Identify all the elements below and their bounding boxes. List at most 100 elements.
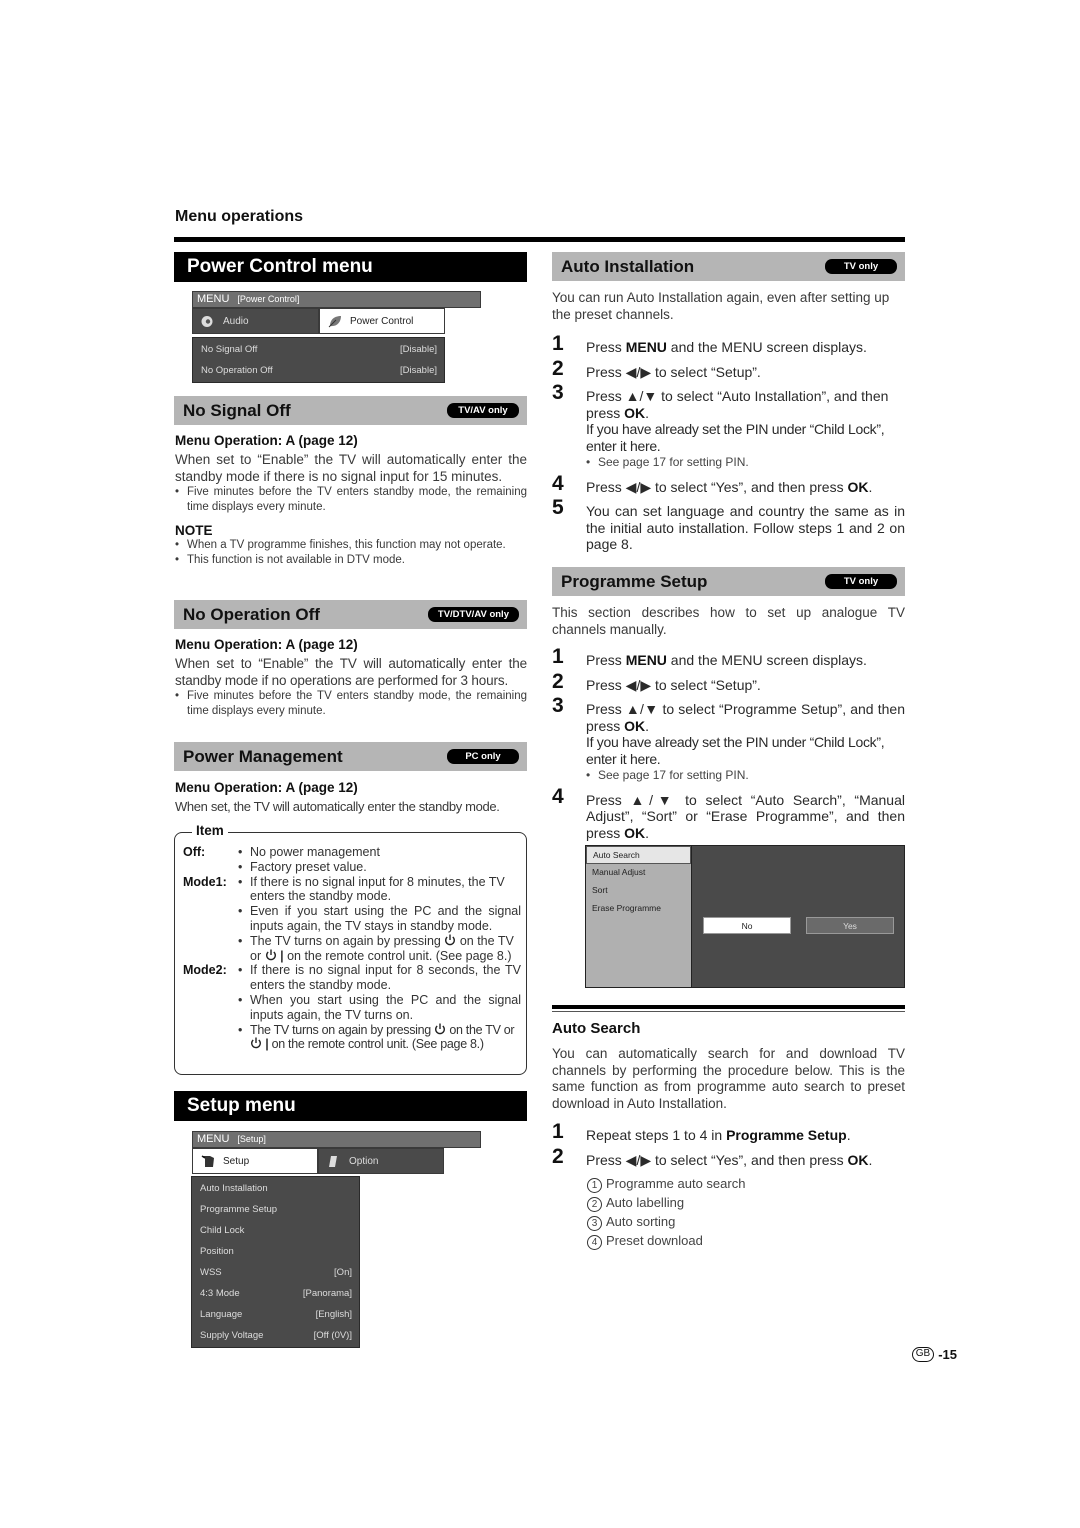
menu-row-label: No Signal Off [201, 344, 258, 355]
item-box-title: Item [192, 823, 228, 838]
text-part: and the MENU screen displays. [666, 339, 867, 355]
option-icon [329, 1155, 337, 1167]
description: When set, the TV will automatically ente… [175, 799, 500, 814]
step: 4 Press ▲/▼ to select “Auto Search”, “Ma… [552, 786, 905, 842]
item-bullet: If there is no signal input for 8 minute… [238, 875, 521, 905]
power-management-heading: Power Management PC only [174, 742, 527, 771]
text-part: You can set language and country the sam… [586, 503, 905, 552]
menu-row-label: Auto Installation [200, 1183, 268, 1194]
item-mode1: Mode1: If there is no signal input for 8… [183, 875, 521, 964]
menu-bar: MENU [Setup] [192, 1131, 481, 1148]
description: When set to “Enable” the TV will automat… [175, 452, 527, 484]
text-part: The TV turns on again by pressing [250, 1022, 431, 1037]
programme-setup-steps: 1 Press MENU and the MENU screen display… [552, 645, 905, 842]
setup-icon [201, 1154, 214, 1167]
process-text: Programme auto search [606, 1176, 746, 1191]
key-name: OK [624, 824, 646, 841]
menu-bar-main: MENU [197, 293, 230, 305]
power-icon [445, 934, 456, 945]
key-name: OK [847, 1151, 869, 1168]
key-name: MENU [625, 339, 667, 355]
no-operation-off-body: Menu Operation: A (page 12) When set to … [175, 637, 527, 719]
programme-setup-intro: This section describes how to set up ana… [552, 605, 905, 637]
menu-row-label: Child Lock [200, 1225, 245, 1236]
text-part: Press ◀/▶ to select “Yes”, and then pres… [586, 478, 848, 495]
menu-row-label: 4:3 Mode [200, 1288, 240, 1299]
circled-number: 2 [587, 1197, 602, 1212]
description: When set to “Enable” the TV will automat… [175, 656, 527, 688]
programme-setup-confirm-area: No Yes [692, 846, 904, 987]
key-name: MENU [625, 652, 667, 668]
no-operation-off-heading: No Operation Off TV/DTV/AV only [174, 600, 527, 629]
heading-title: Auto Installation [561, 256, 695, 276]
tab-setup-label: Setup [223, 1155, 250, 1167]
auto-search-heading: Auto Search [552, 1020, 641, 1037]
item-bullet: If there is no signal input for 8 second… [238, 963, 521, 993]
pin-reference: See page 17 for setting PIN. [586, 454, 905, 471]
step-number: 1 [552, 1120, 564, 1143]
note-item: This function is not available in DTV mo… [175, 553, 527, 568]
tab-setup[interactable]: Setup [192, 1148, 318, 1174]
step: 1 Press MENU and the MENU screen display… [552, 645, 905, 669]
step: 1 Repeat steps 1 to 4 in Programme Setup… [552, 1120, 905, 1144]
availability-badge: PC only [447, 749, 519, 764]
auto-installation-steps: 1 Press MENU and the MENU screen display… [552, 332, 905, 553]
menu-row-programme-setup[interactable]: Programme Setup [192, 1199, 359, 1220]
step-number: 1 [552, 332, 564, 355]
menu-row-position[interactable]: Position [192, 1241, 359, 1262]
item-mode2: Mode2: If there is no signal input for 8… [183, 963, 521, 1052]
power-control-options: No Signal Off [Disable] No Operation Off… [192, 337, 445, 383]
item-bullet: The TV turns on again by pressing on the… [238, 1023, 521, 1053]
menu-row-wss[interactable]: WSS [On] [192, 1262, 359, 1283]
text-part: . [846, 1127, 851, 1143]
tab-option[interactable]: Option [318, 1148, 444, 1174]
step-number: 4 [552, 471, 564, 495]
process-item: 1 Programme auto search [587, 1174, 905, 1193]
menu-row-no-signal-off[interactable]: No Signal Off [Disable] [193, 339, 444, 360]
step-number: 3 [552, 381, 564, 404]
menu-row-label: Programme Setup [200, 1204, 278, 1215]
auto-installation-heading: Auto Installation TV only [552, 252, 905, 281]
tab-power-control[interactable]: Power Control [319, 308, 445, 334]
step-number: 1 [552, 645, 564, 668]
menu-row-auto-installation[interactable]: Auto Installation [192, 1178, 359, 1199]
ps-item-erase-programme[interactable]: Erase Programme [586, 900, 691, 918]
text-part: . [645, 717, 650, 734]
menu-row-no-operation-off[interactable]: No Operation Off [Disable] [193, 360, 444, 381]
no-button[interactable]: No [703, 917, 791, 934]
step-number: 2 [552, 1144, 564, 1168]
power-control-menu-screen: MENU [Power Control] Audio Power Control … [192, 291, 481, 383]
setup-menu-screen: MENU [Setup] Setup Option [192, 1131, 481, 1174]
tab-audio[interactable]: Audio [192, 308, 319, 334]
tab-audio-label: Audio [223, 315, 249, 327]
process-item: 3 Auto sorting [587, 1212, 905, 1231]
ps-item-manual-adjust[interactable]: Manual Adjust [586, 864, 691, 882]
menu-row-value: [English] [315, 1309, 352, 1320]
text-part: on the TV or [449, 1022, 515, 1037]
menu-row-child-lock[interactable]: Child Lock [192, 1220, 359, 1241]
item-bullet: Even if you start using the PC and the s… [238, 904, 521, 934]
ps-item-auto-search[interactable]: Auto Search [586, 846, 691, 864]
menu-row-label: Language [200, 1309, 243, 1320]
menu-row-value: [Panorama] [302, 1288, 352, 1299]
text-part: . [868, 478, 873, 495]
text-part: and the MENU screen displays. [666, 652, 867, 668]
bullet-note: Five minutes before the TV enters standb… [175, 485, 527, 515]
step: 3 Press ▲/▼ to select “Auto Installation… [552, 381, 905, 471]
ps-item-sort[interactable]: Sort [586, 882, 691, 900]
step-number: 3 [552, 694, 564, 717]
auto-search-steps: 1 Repeat steps 1 to 4 in Programme Setup… [552, 1120, 905, 1250]
no-signal-off-body: Menu Operation: A (page 12) When set to … [175, 433, 527, 568]
text-part: . [868, 1151, 873, 1168]
menu-row-supply-voltage[interactable]: Supply Voltage [Off (0V)] [192, 1325, 359, 1346]
yes-button[interactable]: Yes [806, 917, 894, 934]
menu-row-4-3-mode[interactable]: 4:3 Mode [Panorama] [192, 1283, 359, 1304]
pin-note: If you have already set the PIN under “C… [586, 421, 885, 454]
menu-row-label: Position [200, 1246, 234, 1257]
menu-row-language[interactable]: Language [English] [192, 1304, 359, 1325]
item-bullet: Factory preset value. [238, 860, 521, 875]
pin-reference: See page 17 for setting PIN. [586, 767, 905, 784]
top-rule [174, 237, 905, 242]
menu-row-value: [Disable] [400, 344, 437, 355]
text-part: Repeat steps 1 to 4 in [586, 1127, 727, 1143]
